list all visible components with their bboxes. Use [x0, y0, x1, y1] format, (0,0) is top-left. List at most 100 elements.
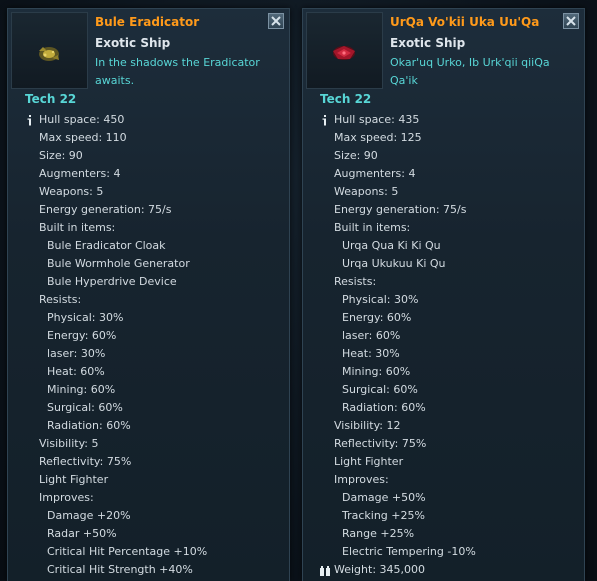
close-icon	[271, 16, 281, 26]
property-list: Hull space: 435 Max speed: 125 Size: 90 Aug…	[303, 111, 584, 579]
property-text: Size: 90	[39, 149, 83, 162]
property-text: Light Fighter	[334, 455, 404, 468]
property-row: Mining: 60%	[8, 381, 289, 399]
property-row: Physical: 30%	[8, 309, 289, 327]
property-text: Urqa Qua Ki Ki Qu	[342, 239, 441, 252]
ship-thumbnail	[11, 12, 88, 89]
property-text: Improves:	[39, 491, 94, 504]
property-row: Tracking +25%	[303, 507, 584, 525]
property-text: Visibility: 5	[39, 437, 99, 450]
property-text: Mining: 60%	[47, 383, 116, 396]
property-row: Weapons: 5	[8, 183, 289, 201]
property-row: Radiation: 60%	[8, 417, 289, 435]
property-row: Reflectivity: 75%	[303, 435, 584, 453]
property-text: Tracking +25%	[342, 509, 425, 522]
property-row: Heat: 30%	[303, 345, 584, 363]
property-text: Damage +50%	[342, 491, 426, 504]
close-icon	[566, 16, 576, 26]
property-text: Improves:	[334, 473, 389, 486]
property-row: Size: 90	[8, 147, 289, 165]
property-text: Urqa Ukukuu Ki Qu	[342, 257, 446, 270]
property-text: Radiation: 60%	[342, 401, 426, 414]
property-text: Heat: 60%	[47, 365, 105, 378]
property-text: Critical Hit Strength +40%	[47, 563, 193, 576]
property-text: Physical: 30%	[342, 293, 419, 306]
property-text: Energy generation: 75/s	[334, 203, 467, 216]
property-row: Visibility: 12	[303, 417, 584, 435]
property-text: Reflectivity: 75%	[334, 437, 427, 450]
property-text: Surgical: 60%	[342, 383, 418, 396]
property-row: Damage +50%	[303, 489, 584, 507]
property-row: Hull space: 450	[8, 111, 289, 129]
property-row: Max speed: 125	[303, 129, 584, 147]
property-row: laser: 30%	[8, 345, 289, 363]
property-text: Bule Hyperdrive Device	[47, 275, 177, 288]
item-tooltip-panel-left: Bule Eradicator Exotic Ship In the shado…	[7, 8, 290, 581]
property-row: Bule Wormhole Generator	[8, 255, 289, 273]
property-row: Built in items:	[8, 219, 289, 237]
property-row: Hull space: 435	[303, 111, 584, 129]
property-text: Light Fighter	[39, 473, 109, 486]
property-text: Hull space: 435	[334, 113, 420, 126]
item-tooltip-panel-right: UrQa Vo'kii Uka Uu'Qa Exotic Ship Okar'u…	[302, 8, 585, 581]
property-row: Bule Hyperdrive Device	[8, 273, 289, 291]
property-text: Radar +50%	[47, 527, 117, 540]
property-text: Hull space: 450	[39, 113, 125, 126]
property-text: Built in items:	[39, 221, 116, 234]
close-button[interactable]	[563, 13, 579, 29]
property-row: Light Fighter	[303, 453, 584, 471]
property-row: Urqa Ukukuu Ki Qu	[303, 255, 584, 273]
ship-thumbnail	[306, 12, 383, 89]
property-text: Reflectivity: 75%	[39, 455, 132, 468]
property-row: Critical Hit Strength +40%	[8, 561, 289, 579]
property-text: Heat: 30%	[342, 347, 400, 360]
item-title: Bule Eradicator	[95, 15, 200, 29]
property-text: Surgical: 60%	[47, 401, 123, 414]
item-description: Okar'uq Urko, Ib Urk'qii qiiQa Qa'ik	[390, 56, 550, 87]
property-row: Heat: 60%	[8, 363, 289, 381]
property-text: Range +25%	[342, 527, 415, 540]
property-text: Mining: 60%	[342, 365, 411, 378]
property-list: Hull space: 450 Max speed: 110 Size: 90 Aug…	[8, 111, 289, 579]
item-title: UrQa Vo'kii Uka Uu'Qa	[390, 15, 540, 29]
property-text: Weight: 345,000	[334, 563, 426, 576]
property-text: laser: 60%	[342, 329, 401, 342]
property-row: Augmenters: 4	[303, 165, 584, 183]
property-row: Bule Eradicator Cloak	[8, 237, 289, 255]
property-row: Critical Hit Percentage +10%	[8, 543, 289, 561]
property-row: Energy generation: 75/s	[8, 201, 289, 219]
property-text: Weapons: 5	[334, 185, 399, 198]
property-text: Weapons: 5	[39, 185, 104, 198]
property-text: Max speed: 110	[39, 131, 127, 144]
property-row: Built in items:	[303, 219, 584, 237]
property-text: Resists:	[334, 275, 377, 288]
property-text: Bule Wormhole Generator	[47, 257, 190, 270]
property-row: Max speed: 110	[8, 129, 289, 147]
property-row: Physical: 30%	[303, 291, 584, 309]
property-row: Urqa Qua Ki Ki Qu	[303, 237, 584, 255]
property-text: Built in items:	[334, 221, 411, 234]
property-text: Resists:	[39, 293, 82, 306]
close-button[interactable]	[268, 13, 284, 29]
property-text: Critical Hit Percentage +10%	[47, 545, 208, 558]
property-text: laser: 30%	[47, 347, 106, 360]
tech-level: Tech 22	[320, 92, 372, 106]
property-row: Radiation: 60%	[303, 399, 584, 417]
property-text: Size: 90	[334, 149, 378, 162]
property-text: Visibility: 12	[334, 419, 401, 432]
item-type: Exotic Ship	[95, 36, 171, 50]
property-text: Energy generation: 75/s	[39, 203, 172, 216]
property-row: Energy generation: 75/s	[303, 201, 584, 219]
item-type: Exotic Ship	[390, 36, 466, 50]
property-row: Surgical: 60%	[303, 381, 584, 399]
property-row: Damage +20%	[8, 507, 289, 525]
property-row: Weapons: 5	[303, 183, 584, 201]
item-description: In the shadows the Eradicator awaits.	[95, 56, 260, 87]
property-text: Bule Eradicator Cloak	[47, 239, 166, 252]
property-row: Mining: 60%	[303, 363, 584, 381]
property-text: Augmenters: 4	[334, 167, 416, 180]
property-text: Radiation: 60%	[47, 419, 131, 432]
property-row: Improves:	[8, 489, 289, 507]
weight-icon	[319, 561, 331, 579]
info-icon	[24, 111, 36, 129]
